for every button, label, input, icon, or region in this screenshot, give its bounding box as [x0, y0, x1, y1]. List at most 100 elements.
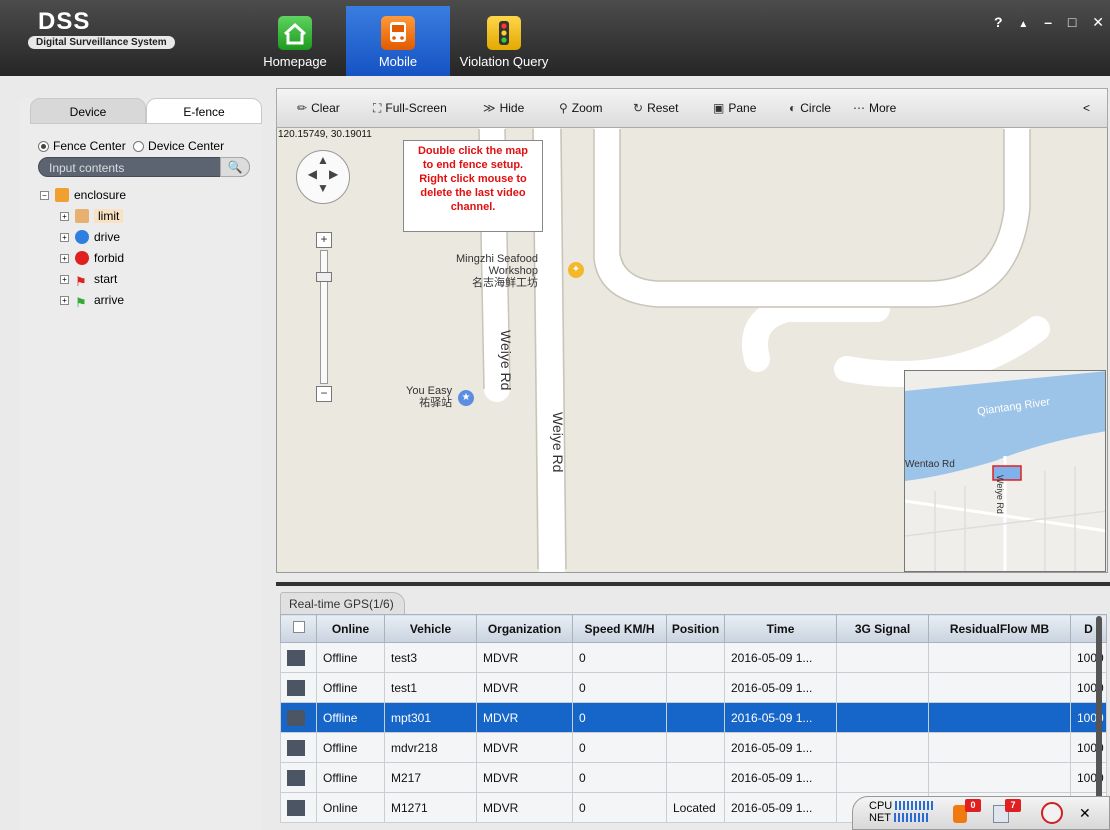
message-count-badge: 7: [1005, 799, 1021, 812]
overview-road-label-2: Weiye Rd: [995, 475, 1005, 514]
collapse-toolbar-button[interactable]: <: [1083, 101, 1090, 115]
col-organization[interactable]: Organization: [476, 614, 573, 643]
close-status-button[interactable]: ✕: [1079, 805, 1091, 822]
table-row[interactable]: Offline mdvr218 MDVR 0 2016-05-09 1... 1000: [280, 732, 1107, 763]
tab-mobile-label: Mobile: [378, 54, 418, 69]
expand-icon[interactable]: +: [60, 233, 69, 242]
traffic-light-icon: [487, 16, 521, 50]
minimize-button[interactable]: –: [1044, 14, 1052, 30]
cell-vehicle: test3: [384, 642, 477, 673]
tree-node-enclosure[interactable]: − enclosure: [40, 185, 126, 206]
tab-device[interactable]: Device: [30, 98, 146, 124]
vehicle-status-icon[interactable]: [287, 769, 305, 786]
tab-violation-query[interactable]: Violation Query: [450, 6, 558, 76]
close-button[interactable]: ✕: [1092, 14, 1104, 31]
map-coordinates: 120.15749, 30.19011: [278, 129, 372, 140]
row-icon: [280, 732, 317, 763]
cell-position: [666, 762, 725, 793]
hide-button[interactable]: ≫ Hide: [483, 101, 524, 115]
col-online[interactable]: Online: [316, 614, 385, 643]
pane-button[interactable]: ▣ Pane: [713, 101, 756, 115]
speaker-icon[interactable]: [1041, 802, 1063, 824]
tree-node-arrive[interactable]: + ⚑ arrive: [60, 290, 126, 311]
eraser-icon: ✏: [297, 101, 308, 115]
radio-fence-center[interactable]: Fence Center: [38, 139, 126, 153]
col-3g-signal[interactable]: 3G Signal: [836, 614, 929, 643]
expand-icon[interactable]: +: [60, 254, 69, 263]
limit-icon: [75, 209, 89, 223]
alarm-count-badge: 0: [965, 799, 981, 812]
net-label: NET: [869, 812, 891, 824]
expand-icon[interactable]: +: [60, 275, 69, 284]
collapse-icon[interactable]: −: [40, 191, 49, 200]
pan-down-icon[interactable]: ▼: [297, 181, 349, 195]
cell-organization: MDVR: [476, 732, 573, 763]
zoom-slider-track[interactable]: [320, 250, 328, 384]
col-vehicle[interactable]: Vehicle: [384, 614, 477, 643]
zoom-in-button[interactable]: +: [316, 232, 332, 248]
circle-icon: ◐: [789, 101, 797, 115]
tree-node-limit[interactable]: + limit: [60, 206, 126, 227]
red-flag-icon: ⚑: [75, 274, 87, 289]
cell-3g-signal: [836, 642, 929, 673]
green-flag-icon: ⚑: [75, 295, 87, 310]
reset-button[interactable]: ↻ Reset: [633, 101, 678, 115]
expand-icon[interactable]: +: [60, 212, 69, 221]
table-row[interactable]: Offline M217 MDVR 0 2016-05-09 1... 1000: [280, 762, 1107, 793]
circle-button[interactable]: ◐ Circle: [789, 101, 831, 115]
table-row[interactable]: Offline mpt301 MDVR 0 2016-05-09 1... 1000: [280, 702, 1107, 733]
tree-node-start[interactable]: + ⚑ start: [60, 269, 126, 290]
fullscreen-button[interactable]: ⛶ Full-Screen: [373, 101, 447, 116]
radio-device-center[interactable]: Device Center: [133, 139, 224, 153]
tab-efence[interactable]: E-fence: [146, 98, 262, 124]
expand-icon[interactable]: +: [60, 296, 69, 305]
zoom-out-button[interactable]: −: [316, 386, 332, 402]
shop-icon[interactable]: ★: [458, 390, 474, 406]
maximize-button[interactable]: □: [1068, 14, 1076, 30]
tree-node-drive[interactable]: + drive: [60, 227, 126, 248]
tree-node-forbid[interactable]: + forbid: [60, 248, 126, 269]
overview-map[interactable]: Qiantang River Wentao Rd Weiye Rd: [904, 370, 1106, 572]
vehicle-status-icon[interactable]: [287, 709, 305, 726]
zoom-button[interactable]: ⚲ Zoom: [559, 101, 602, 115]
tab-realtime-gps[interactable]: Real-time GPS(1/6): [280, 592, 405, 614]
radio-dot-icon: [133, 141, 145, 152]
pan-control[interactable]: ▲ ◀ ▶ ▼: [296, 150, 350, 204]
vehicle-status-icon[interactable]: [287, 679, 305, 696]
vehicle-status-icon[interactable]: [287, 799, 305, 816]
app-logo: DSS Digital Surveillance System: [28, 8, 198, 49]
tab-mobile[interactable]: Mobile: [346, 6, 450, 76]
search-input[interactable]: [49, 160, 229, 175]
help-button[interactable]: ?: [994, 14, 1003, 30]
table-scrollbar[interactable]: [1096, 616, 1102, 826]
cell-position: [666, 642, 725, 673]
search-icon[interactable]: 🔍: [220, 157, 250, 177]
row-icon: [280, 702, 317, 733]
col-position[interactable]: Position: [666, 614, 725, 643]
tab-homepage[interactable]: Homepage: [258, 6, 332, 76]
poi-seafood[interactable]: Mingzhi Seafood Workshop 名志海鲜工坊: [456, 253, 538, 289]
app-name: DSS: [38, 8, 91, 35]
clear-button[interactable]: ✏ Clear: [297, 101, 340, 115]
table-row[interactable]: Offline test1 MDVR 0 2016-05-09 1... 1000: [280, 672, 1107, 703]
vehicle-status-icon[interactable]: [287, 649, 305, 666]
lock-button[interactable]: ▲: [1018, 19, 1028, 30]
col-time[interactable]: Time: [724, 614, 837, 643]
select-all-checkbox[interactable]: [280, 614, 317, 643]
pan-leftright-icon[interactable]: ◀ ▶: [297, 167, 349, 181]
col-speed[interactable]: Speed KM/H: [572, 614, 667, 643]
zoom-slider-handle[interactable]: [316, 272, 332, 282]
row-icon: [280, 792, 317, 823]
cell-time: 2016-05-09 1...: [724, 732, 837, 763]
pan-up-icon[interactable]: ▲: [297, 153, 349, 167]
poi-you-easy[interactable]: You Easy 祐驿站: [406, 385, 452, 409]
col-residual-flow[interactable]: ResidualFlow MB: [928, 614, 1071, 643]
restaurant-icon[interactable]: ✦: [568, 262, 584, 278]
road-label: Weiye Rd: [498, 330, 514, 391]
vehicle-status-icon[interactable]: [287, 739, 305, 756]
table-row[interactable]: Offline test3 MDVR 0 2016-05-09 1... 1000: [280, 642, 1107, 673]
radio-dot-icon: [38, 141, 49, 152]
more-button[interactable]: ⋯ More: [853, 101, 896, 115]
hint-line: to end fence setup.: [422, 159, 524, 171]
cell-online: Online: [316, 792, 385, 823]
